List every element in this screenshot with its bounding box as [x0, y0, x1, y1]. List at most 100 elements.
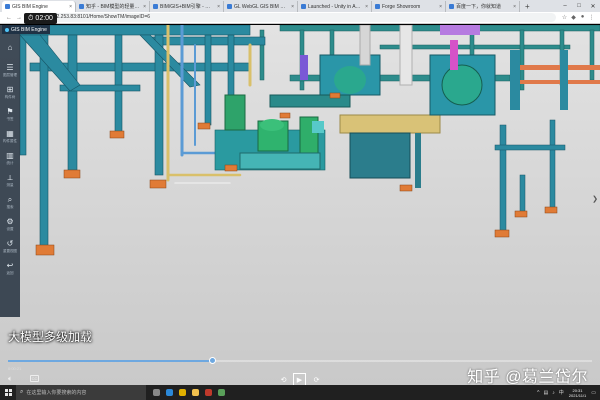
- taskbar-clock[interactable]: 20:31 2021/11/1: [569, 388, 587, 398]
- tab-favicon-icon: [375, 4, 380, 9]
- taskbar-search-input[interactable]: ⌕ 在这里输入你要搜索的内容: [16, 385, 146, 400]
- forward-arrow-icon[interactable]: →: [14, 15, 24, 21]
- app5-icon: [205, 389, 212, 396]
- taskbar-app-explorer[interactable]: [189, 385, 202, 400]
- tab-favicon-icon: [5, 4, 10, 9]
- play-button[interactable]: ▶: [293, 373, 306, 385]
- browser-tab[interactable]: Forge Showroom ×: [372, 1, 446, 12]
- sidebar-item-tree[interactable]: ⊞ 构件树: [0, 81, 20, 103]
- tab-close-icon[interactable]: ×: [143, 4, 146, 10]
- windows-logo-icon: [4, 389, 12, 396]
- sidebar-item-label: 搜索: [6, 204, 14, 209]
- sidebar-item-measure[interactable]: ⟂ 测量: [0, 169, 20, 191]
- minimize-icon[interactable]: –: [558, 0, 572, 12]
- video-progress-bar[interactable]: [8, 357, 592, 364]
- taskbar-app-app5[interactable]: [202, 385, 215, 400]
- sidebar-item-label: 图层管理: [3, 72, 17, 77]
- tab-close-icon[interactable]: ×: [217, 4, 220, 10]
- close-icon[interactable]: ✕: [586, 0, 600, 12]
- tab-title: GL WebGL GIS BIM Engine: [234, 3, 288, 10]
- sidebar-item-refresh[interactable]: ↺ 重置视图: [0, 235, 20, 257]
- tab-title: 百度一下，你就知道: [456, 4, 502, 10]
- setting-icon: ⚙: [6, 216, 14, 226]
- sidebar-item-layers[interactable]: ☰ 图层管理: [0, 59, 20, 81]
- sidebar-item-bookmark[interactable]: ⚑ 书签: [0, 103, 20, 125]
- window-controls: – □ ✕: [558, 0, 600, 12]
- back-arrow-icon[interactable]: ←: [4, 15, 14, 21]
- next-icon[interactable]: ⟳: [310, 373, 323, 385]
- new-tab-button[interactable]: +: [520, 1, 535, 12]
- video-time: 0:00:21: [8, 366, 22, 371]
- measure-icon: ⟂: [7, 172, 13, 182]
- windows-taskbar: ⌕ 在这里输入你要搜索的内容 ^ ▤ ♪ 中 20:31 2021/11/1 ▭: [0, 385, 600, 400]
- taskbar-app-edge[interactable]: [163, 385, 176, 400]
- browser-tab-bar: GIS BIM Engine×知乎 - BIM模型的轻量化及...×BIM/GI…: [0, 0, 600, 12]
- chevron-right-icon[interactable]: ❯: [592, 195, 598, 203]
- caption-icon[interactable]: CC: [30, 375, 39, 382]
- sidebar-item-label: 重置视图: [3, 248, 17, 253]
- taskbar-app-chrome[interactable]: [176, 385, 189, 400]
- menu-icon[interactable]: ⋮: [587, 14, 596, 21]
- search-icon: ⌕: [20, 389, 24, 395]
- notification-icon[interactable]: ▭: [591, 390, 596, 396]
- tab-title: 知乎 - BIM模型的轻量化及...: [86, 4, 140, 10]
- previous-icon[interactable]: ⟲: [277, 373, 290, 385]
- browser-tab[interactable]: 知乎 - BIM模型的轻量化及...×: [76, 1, 150, 12]
- sidebar-item-chart[interactable]: ▥ 统计: [0, 147, 20, 169]
- tab-favicon-icon: [301, 4, 306, 9]
- tab-close-icon[interactable]: ×: [365, 4, 368, 10]
- tab-title: GIS BIM Engine: [12, 3, 48, 10]
- tab-favicon-icon: [227, 4, 232, 9]
- url-input[interactable]: 106.12.253.83:8101/Home/ShowTM/imageID=6: [38, 13, 556, 22]
- tab-close-icon[interactable]: ×: [69, 4, 72, 10]
- sidebar-item-attr[interactable]: ▦ 构件属性: [0, 125, 20, 147]
- extension-icon[interactable]: ◆: [569, 14, 578, 21]
- edge-icon: [166, 389, 173, 396]
- volume-tray-icon[interactable]: ♪: [552, 390, 555, 396]
- chevron-up-icon[interactable]: ^: [537, 390, 539, 396]
- app-name: GIS BIM Engine: [11, 26, 47, 33]
- browser-tab[interactable]: Launched - Unity in AEC ×: [298, 1, 372, 12]
- maximize-icon[interactable]: □: [572, 0, 586, 12]
- browser-tab[interactable]: GL WebGL GIS BIM Engine×: [224, 1, 298, 12]
- star-icon[interactable]: ☆: [560, 14, 569, 21]
- tab-title: Launched - Unity in AEC: [308, 3, 362, 10]
- home-icon: ⌂: [7, 43, 13, 52]
- chrome-icon: [179, 389, 186, 396]
- taskbar-apps: [150, 385, 228, 400]
- bim-viewport[interactable]: GIS BIM Engine ⌂ ☰ 图层管理 ⊞ 构件树 ⚑ 书签 ▦ 构件属性 ▥ 统计 ⟂ 测量 ⌕…: [0, 25, 600, 385]
- sidebar-item-label: 返回: [6, 270, 14, 275]
- sidebar-item-search[interactable]: ⌕ 搜索: [0, 191, 20, 213]
- clock-date: 2021/11/1: [568, 392, 587, 398]
- volume-icon[interactable]: 🔈︎: [8, 374, 13, 384]
- profile-icon[interactable]: ●: [578, 14, 587, 21]
- app6-icon: [218, 389, 225, 396]
- ime-icon[interactable]: 中: [559, 389, 564, 396]
- tab-close-icon[interactable]: ×: [439, 4, 442, 10]
- browser-tab[interactable]: 百度一下，你就知道 ×: [446, 1, 520, 12]
- tab-close-icon[interactable]: ×: [513, 4, 516, 10]
- browser-tab[interactable]: BIM/GIS+BIM引擎 - 知... ×: [150, 1, 224, 12]
- app-logo: GIS BIM Engine: [2, 25, 50, 34]
- refresh-icon: ↺: [6, 238, 14, 248]
- tab-favicon-icon: [79, 4, 84, 9]
- sidebar-item-home[interactable]: ⌂: [0, 37, 20, 59]
- sidebar-item-label: 构件树: [4, 94, 16, 99]
- search-placeholder: 在这里输入你要搜索的内容: [26, 390, 87, 396]
- taskbar-app-app6[interactable]: [215, 385, 228, 400]
- tab-close-icon[interactable]: ×: [291, 4, 294, 10]
- browser-tab[interactable]: GIS BIM Engine ×: [2, 1, 76, 12]
- tree-icon: ⊞: [6, 84, 14, 94]
- sidebar-item-label: 设置: [6, 226, 14, 231]
- sidebar-item-setting[interactable]: ⚙ 设置: [0, 213, 20, 235]
- sidebar-item-back[interactable]: ↩ 返回: [0, 257, 20, 279]
- chart-icon: ▥: [6, 150, 14, 160]
- network-icon[interactable]: ▤: [544, 390, 549, 396]
- bookmark-icon: ⚑: [6, 106, 14, 116]
- start-button[interactable]: [0, 385, 16, 400]
- back-icon: ↩: [6, 260, 14, 270]
- sidebar-item-label: 书签: [6, 116, 14, 121]
- taskbar-app-task-view[interactable]: [150, 385, 163, 400]
- app-sidebar: ⌂ ☰ 图层管理 ⊞ 构件树 ⚑ 书签 ▦ 构件属性 ▥ 统计 ⟂ 测量 ⌕ 搜索 ⚙ 设置 ↺ 重置视图 ↩ 返回: [0, 25, 20, 317]
- tab-favicon-icon: [449, 4, 454, 9]
